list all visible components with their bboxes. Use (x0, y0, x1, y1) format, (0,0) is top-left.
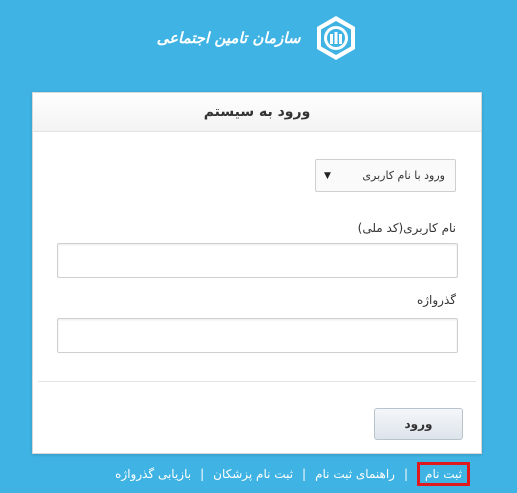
register-link[interactable]: ثبت نام (417, 462, 470, 486)
password-input[interactable] (57, 318, 458, 353)
chevron-down-icon: ▼ (324, 170, 331, 181)
login-method-value: ورود با نام کاربری (362, 169, 445, 182)
password-recovery-link[interactable]: بازیابی گذرواژه (115, 467, 191, 481)
divider (38, 381, 476, 382)
registration-guide-link[interactable]: راهنمای ثبت نام (315, 467, 395, 481)
panel-title: ورود به سیستم (203, 104, 311, 120)
panel-header: ورود به سیستم (33, 93, 481, 132)
footer-links: ثبت نام | راهنمای ثبت نام | ثبت نام پزشک… (0, 459, 517, 489)
login-method-select[interactable]: ورود با نام کاربری ▼ (315, 159, 456, 192)
username-input[interactable] (57, 243, 458, 278)
social-security-emblem-icon (317, 16, 356, 60)
link-separator: | (403, 467, 409, 481)
brand-header: سازمان تامین اجتماعی (0, 12, 517, 64)
login-page: سازمان تامین اجتماعی ورود به سیستم ورود … (0, 0, 517, 493)
password-label: گذرواژه (416, 293, 456, 307)
username-label: نام کاربری(کد ملی) (357, 221, 456, 235)
link-separator: | (302, 467, 307, 481)
login-button[interactable]: ورود (374, 408, 463, 440)
doctor-register-link[interactable]: ثبت نام پزشکان (213, 467, 293, 481)
brand-name: سازمان تامین اجتماعی (156, 29, 301, 47)
login-panel: ورود به سیستم ورود با نام کاربری ▼ نام ک… (32, 92, 482, 454)
link-separator: | (200, 467, 205, 481)
